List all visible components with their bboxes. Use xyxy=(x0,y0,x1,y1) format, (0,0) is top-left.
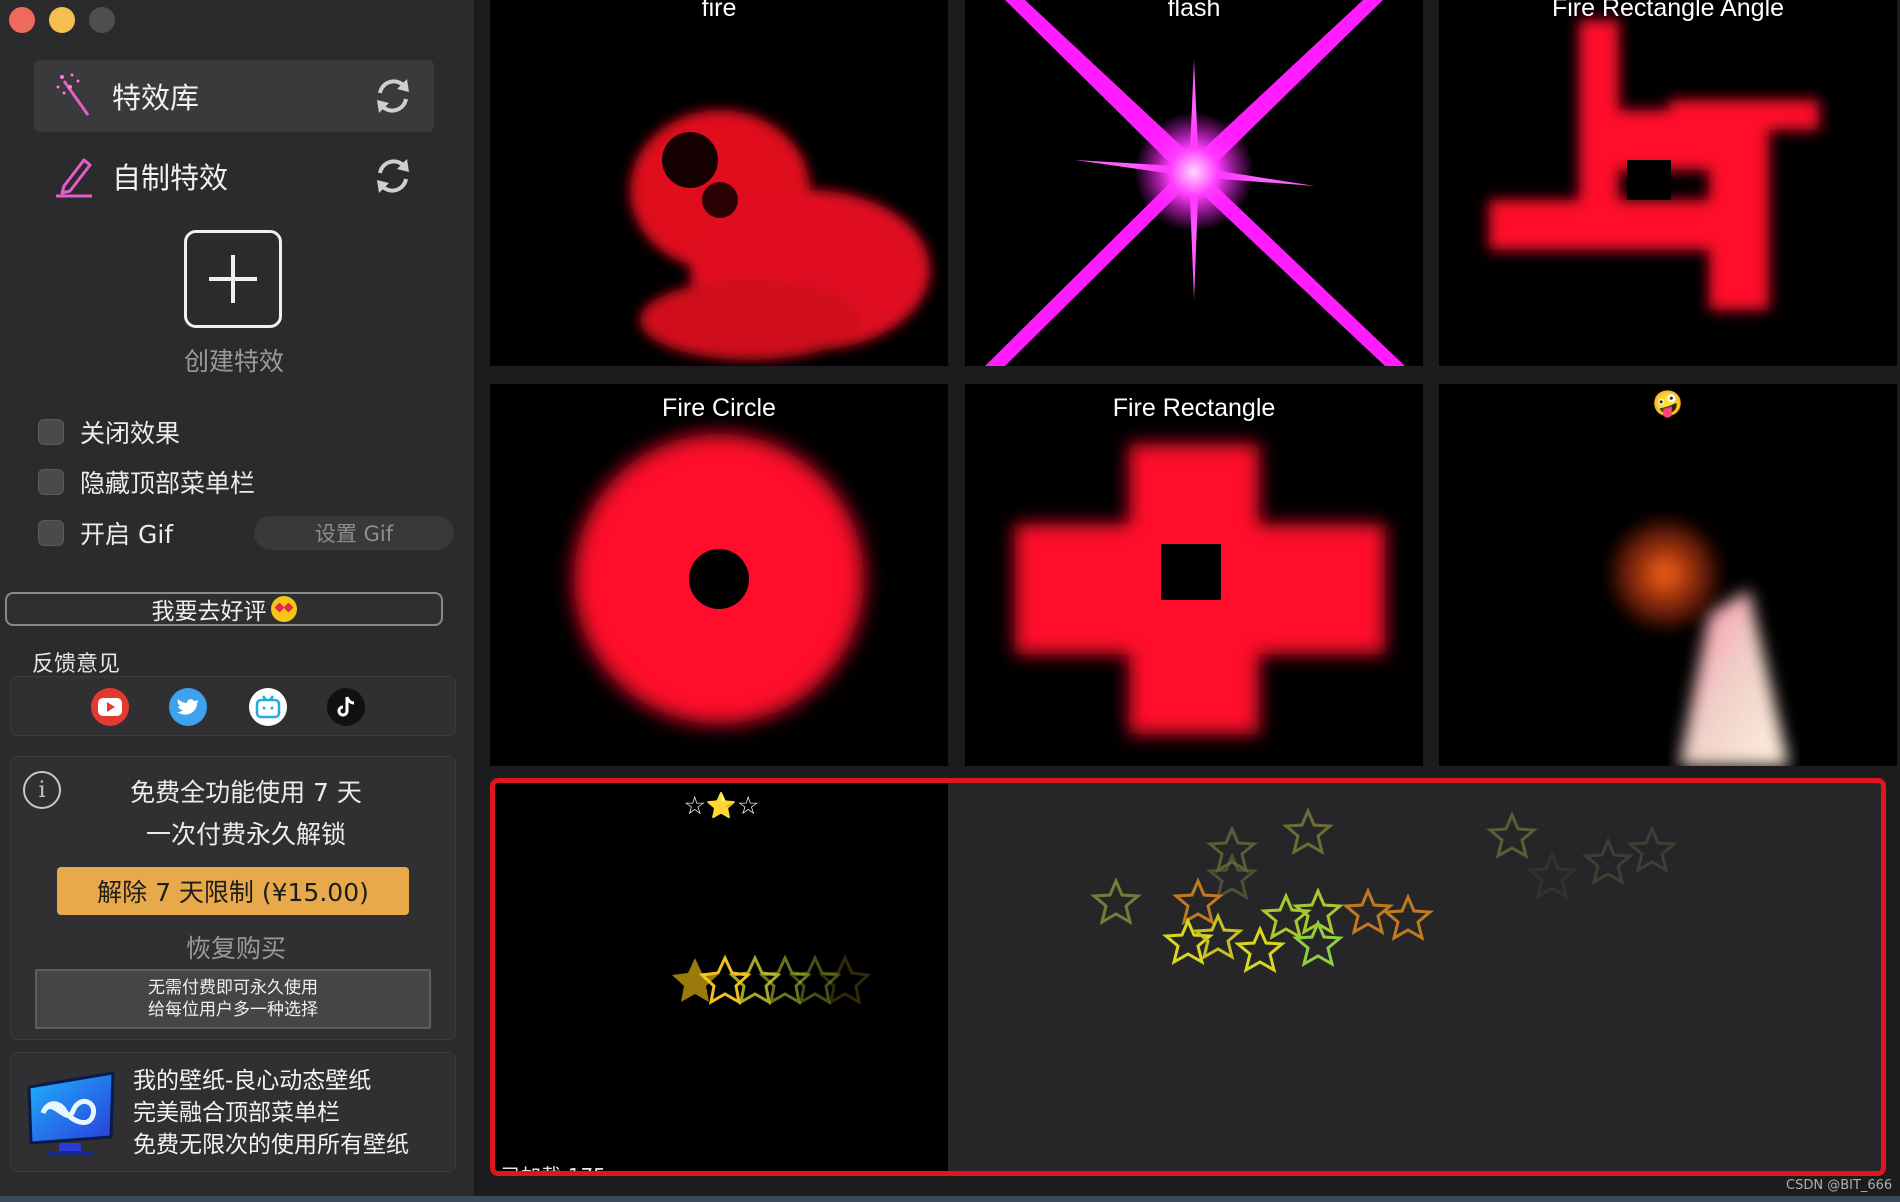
ad-line: 免费无限次的使用所有壁纸 xyxy=(133,1132,409,1158)
nav-label: 自制特效 xyxy=(112,161,229,195)
desktop-strip xyxy=(0,1196,1900,1202)
review-button[interactable]: 我要去好评 xyxy=(5,592,443,626)
checkbox[interactable] xyxy=(38,520,64,546)
effect-title: ☆⭐☆ xyxy=(683,792,760,820)
watermark: CSDN @BIT_666 xyxy=(1786,1178,1893,1193)
nav-effect-library[interactable]: 特效库 xyxy=(34,60,434,132)
effect-tile-stars[interactable]: ☆⭐☆ 已加载:175 xyxy=(495,783,948,1171)
nav-label: 特效库 xyxy=(112,81,200,115)
sidebar: 特效库 自制特效 创建特效 关闭效果 隐藏顶部菜单栏 开启 Gif 设置 Gif… xyxy=(0,0,476,1196)
close-window-button[interactable] xyxy=(9,7,35,33)
trial-promo-panel: i 免费全功能使用 7 天 一次付费永久解锁 解除 7 天限制 (¥15.00)… xyxy=(10,756,456,1040)
bilibili-icon[interactable] xyxy=(249,688,287,726)
effect-title: Fire Rectangle xyxy=(1112,394,1276,422)
youtube-icon[interactable] xyxy=(91,688,129,726)
plus-icon xyxy=(209,255,257,303)
effect-title: flash xyxy=(1167,0,1221,22)
wallpaper-app-ad[interactable]: 我的壁纸-良心动态壁纸 完美融合顶部菜单栏 免费无限次的使用所有壁纸 xyxy=(10,1052,456,1172)
info-icon: i xyxy=(23,771,61,809)
fire-preview xyxy=(630,110,930,360)
selected-effect-row[interactable]: ☆⭐☆ 已加载:175 xyxy=(490,778,1886,1176)
social-links xyxy=(10,676,456,736)
option-disable-effect[interactable]: 关闭效果 xyxy=(38,412,180,452)
pencil-icon xyxy=(52,150,96,202)
free-use-button[interactable]: 无需付费即可永久使用 给每位用户多一种选择 xyxy=(35,969,431,1029)
option-hide-menubar[interactable]: 隐藏顶部菜单栏 xyxy=(38,462,255,502)
promo-line: 免费全功能使用 7 天 xyxy=(130,778,362,807)
checkbox[interactable] xyxy=(38,469,64,495)
create-effect-button[interactable] xyxy=(184,230,282,328)
effect-title: fire xyxy=(701,0,737,22)
effect-tile-fire-rectangle-angle[interactable]: Fire Rectangle Angle xyxy=(1439,0,1897,366)
create-effect-label: 创建特效 xyxy=(183,347,284,376)
heart-eyes-emoji-icon xyxy=(270,596,297,622)
nav-custom-effects[interactable]: 自制特效 xyxy=(34,140,434,212)
zoom-window-button[interactable] xyxy=(89,7,115,33)
free-note-line: 给每位用户多一种选择 xyxy=(148,1000,318,1020)
review-label: 我要去好评 xyxy=(151,599,267,625)
fire-rectangle-preview xyxy=(1015,444,1385,734)
refresh-icon[interactable] xyxy=(370,73,416,119)
fire-circle-preview xyxy=(574,434,864,724)
restore-purchase-button[interactable]: 恢复购买 xyxy=(71,929,401,965)
option-label: 关闭效果 xyxy=(80,419,181,448)
effect-title: Fire Rectangle Angle xyxy=(1551,0,1785,22)
wallpaper-app-icon xyxy=(21,1067,119,1159)
star-trail-preview xyxy=(672,954,872,1005)
effect-tile-fire-circle[interactable]: Fire Circle xyxy=(490,384,948,766)
flash-preview xyxy=(985,0,1405,366)
set-gif-button[interactable]: 设置 Gif xyxy=(254,516,454,550)
twitter-icon[interactable] xyxy=(169,688,207,726)
option-enable-gif[interactable]: 开启 Gif xyxy=(38,513,173,553)
refresh-icon[interactable] xyxy=(370,153,416,199)
option-label: 隐藏顶部菜单栏 xyxy=(80,469,256,498)
stars-fullscreen-preview xyxy=(1092,809,1676,972)
effect-tile-flash[interactable]: flash xyxy=(965,0,1423,366)
loaded-count: 已加载:175 xyxy=(501,1160,606,1171)
effect-tile-fire-rectangle[interactable]: Fire Rectangle xyxy=(965,384,1423,766)
effect-title: 🤪 xyxy=(1652,390,1684,418)
minimize-window-button[interactable] xyxy=(49,7,75,33)
option-label: 开启 Gif xyxy=(80,520,174,549)
effect-tile-fire[interactable]: fire xyxy=(490,0,948,366)
free-note-line: 无需付费即可永久使用 xyxy=(148,978,318,998)
effect-tile-crazy-emoji[interactable]: 🤪 xyxy=(1439,384,1897,766)
unlock-purchase-button[interactable]: 解除 7 天限制 (¥15.00) xyxy=(57,867,409,915)
app-window: 特效库 自制特效 创建特效 关闭效果 隐藏顶部菜单栏 开启 Gif 设置 Gif… xyxy=(0,0,1900,1202)
checkbox[interactable] xyxy=(38,419,64,445)
fire-rectangle-angle-preview xyxy=(1489,20,1819,310)
magic-wand-icon xyxy=(52,70,96,122)
tiktok-icon[interactable] xyxy=(327,688,365,726)
ad-line: 我的壁纸-良心动态壁纸 xyxy=(133,1068,372,1094)
comet-preview xyxy=(1611,520,1789,766)
ad-line: 完美融合顶部菜单栏 xyxy=(133,1100,340,1126)
effect-title: Fire Circle xyxy=(662,394,776,422)
feedback-title: 反馈意见 xyxy=(32,652,121,677)
promo-line: 一次付费永久解锁 xyxy=(145,820,346,849)
